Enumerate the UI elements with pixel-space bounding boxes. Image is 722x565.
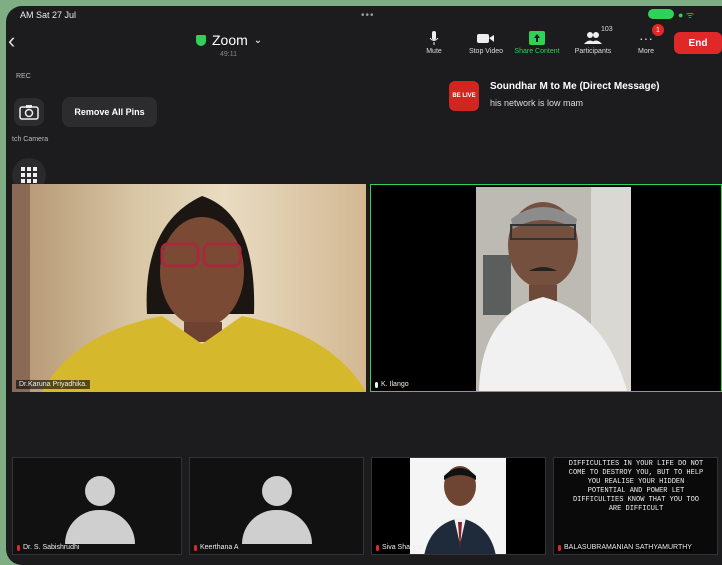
back-chevron-icon[interactable]: ‹ [8, 28, 15, 54]
participant-count: 103 [601, 26, 613, 33]
participants-icon: 103 [565, 26, 621, 46]
more-button[interactable]: ··· 1 More [618, 24, 674, 55]
switch-camera-label: tch Camera [12, 136, 49, 143]
video-tile-main-1[interactable]: Dr.Karuna Priyadhika. [12, 184, 366, 392]
mute-label: Mute [426, 48, 442, 55]
participant-name-tag: Siva Shankar [376, 544, 424, 551]
share-content-button[interactable]: Share Content [509, 30, 565, 55]
stop-video-label: Stop Video [468, 48, 504, 55]
participant-name: Siva Shankar [382, 544, 424, 551]
video-tile-main-2-active[interactable]: K. Ilango [370, 184, 722, 392]
participant-name-tag: BALASUBRAMANIAN SATHYAMURTHY [558, 544, 692, 551]
share-screen-icon [509, 30, 565, 46]
chevron-down-icon: ⌄ [253, 34, 263, 46]
participant-video [476, 187, 631, 391]
avatar-placeholder-icon [85, 476, 115, 506]
participant-name-tag: Keerthana A [194, 544, 239, 551]
thumbnail-tile-3[interactable]: Siva Shankar [371, 457, 546, 555]
zoom-window: AM Sat 27 Jul ••• ● ᯤ ‹ Zoom ⌄ 49:11 Mut… [6, 6, 722, 565]
avatar-placeholder-body [242, 510, 312, 544]
meeting-timer: 49:11 [220, 51, 237, 58]
call-status-pill [648, 9, 674, 19]
participant-name: BALASUBRAMANIAN SATHYAMURTHY [564, 544, 692, 551]
thumbnail-tile-4[interactable]: DIFFICULTIES IN YOUR LIFE DO NOT COME TO… [553, 457, 718, 555]
participant-name: Keerthana A [200, 544, 239, 551]
multitask-dots[interactable]: ••• [361, 10, 375, 21]
rec-indicator: REC [16, 73, 31, 80]
more-icon: ··· 1 [618, 24, 674, 46]
more-badge: 1 [652, 24, 664, 36]
video-camera-icon [458, 30, 514, 46]
participants-button[interactable]: 103 Participants [565, 26, 621, 55]
muted-microphone-icon [17, 544, 20, 551]
participant-video [410, 458, 506, 554]
thumbnail-tile-1[interactable]: Dr. S. Sabishrudhi [12, 457, 182, 555]
status-date: AM Sat 27 Jul [20, 10, 77, 20]
end-button[interactable]: End [674, 32, 722, 54]
participants-label: Participants [574, 48, 612, 55]
quote-image-text: DIFFICULTIES IN YOUR LIFE DO NOT COME TO… [568, 460, 704, 513]
microphone-icon [406, 30, 462, 46]
share-content-label: Share Content [514, 48, 560, 55]
remove-all-pins-button[interactable]: Remove All Pins [62, 97, 157, 127]
muted-microphone-icon [376, 544, 379, 551]
stop-video-button[interactable]: Stop Video [458, 30, 514, 55]
avatar-placeholder-icon [262, 476, 292, 506]
more-label: More [638, 48, 654, 55]
chat-avatar: BE LIVE [449, 81, 479, 111]
participant-name-tag: Dr. S. Sabishrudhi [17, 544, 79, 551]
meeting-title-text: Zoom [212, 32, 248, 48]
participant-name: Dr.Karuna Priyadhika. [19, 381, 88, 388]
muted-microphone-icon [558, 544, 561, 551]
muted-microphone-icon [194, 544, 197, 551]
grid-icon [21, 167, 37, 183]
chat-message: his network is low mam [490, 98, 584, 108]
participant-video [12, 184, 366, 392]
meeting-title[interactable]: Zoom ⌄ [196, 32, 262, 48]
participant-name-tag: K. Ilango [375, 381, 409, 388]
microphone-icon [375, 381, 378, 388]
participant-name: K. Ilango [381, 381, 409, 388]
camera-icon [19, 105, 39, 120]
participant-name: Dr. S. Sabishrudhi [23, 544, 80, 551]
participant-name-tag: Dr.Karuna Priyadhika. [16, 380, 91, 389]
chat-sender: Soundhar M to Me (Direct Message) [490, 81, 660, 92]
thumbnail-tile-2[interactable]: Keerthana A [189, 457, 364, 555]
shield-icon [196, 34, 206, 46]
mute-button[interactable]: Mute [406, 30, 462, 55]
avatar-placeholder-body [65, 510, 135, 544]
wifi-icon: ● ᯤ [678, 10, 695, 20]
switch-camera-button[interactable] [14, 98, 44, 126]
